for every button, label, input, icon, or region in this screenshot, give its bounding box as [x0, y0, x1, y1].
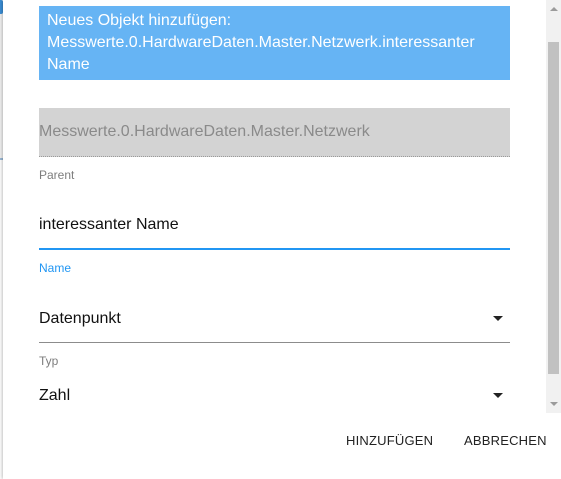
datatype-select[interactable]: Zahl	[39, 387, 70, 405]
dialog-scrollbar[interactable]	[546, 0, 561, 413]
name-input[interactable]: interessanter Name	[39, 216, 179, 234]
dialog-content: Neues Objekt hinzufügen: Messwerte.0.Har…	[3, 0, 546, 413]
dialog-title-line-1: Neues Objekt hinzufügen:	[47, 12, 232, 29]
name-input-underline	[39, 248, 510, 250]
parent-field: Messwerte.0.HardwareDaten.Master.Netzwer…	[39, 108, 510, 157]
add-button[interactable]: HINZUFÜGEN	[346, 433, 433, 448]
type-caret-down-icon[interactable]	[493, 316, 503, 321]
dialog-title: Neues Objekt hinzufügen: Messwerte.0.Har…	[39, 6, 510, 80]
dialog-actions: HINZUFÜGEN ABBRECHEN	[3, 413, 561, 479]
parent-label: Parent	[39, 168, 75, 182]
parent-value: Messwerte.0.HardwareDaten.Master.Netzwer…	[39, 123, 370, 140]
scroll-up-icon[interactable]	[550, 7, 558, 11]
dialog-title-line-2: Messwerte.0.HardwareDaten.Master.Netzwer…	[47, 34, 475, 51]
type-select[interactable]: Datenpunkt	[39, 310, 121, 328]
scroll-down-icon[interactable]	[550, 402, 558, 406]
type-select-underline	[39, 342, 510, 343]
cancel-button[interactable]: ABBRECHEN	[464, 433, 547, 448]
type-label: Typ	[39, 354, 59, 368]
add-object-dialog: Neues Objekt hinzufügen: Messwerte.0.Har…	[3, 0, 561, 479]
datatype-caret-down-icon[interactable]	[493, 393, 503, 398]
name-label: Name	[39, 261, 72, 275]
dialog-title-line-3: Name	[47, 56, 90, 73]
page: Neues Objekt hinzufügen: Messwerte.0.Har…	[0, 0, 561, 479]
scrollbar-thumb[interactable]	[548, 42, 559, 374]
